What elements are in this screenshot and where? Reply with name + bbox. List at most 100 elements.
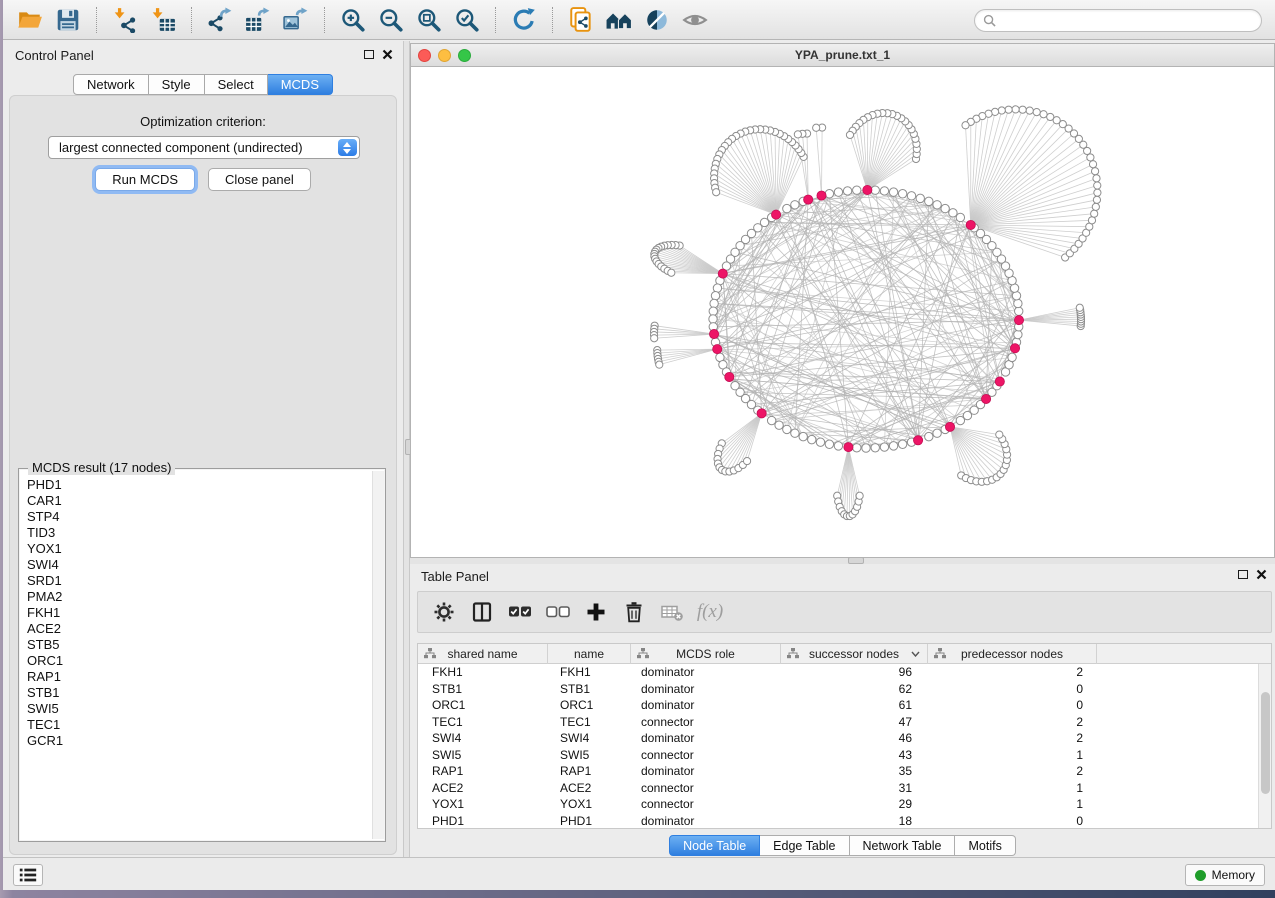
cell-shared-name[interactable]: FKH1 (418, 664, 548, 681)
share-document-button[interactable] (564, 3, 598, 37)
search-input[interactable] (1001, 12, 1261, 30)
cell-predecessor-nodes[interactable]: 2 (928, 763, 1097, 780)
float-panel-icon[interactable] (364, 50, 374, 59)
cell-mcds-role[interactable]: dominator (631, 813, 781, 830)
cell-name[interactable]: FKH1 (548, 664, 631, 681)
toggle-vizmapper-button[interactable] (640, 3, 674, 37)
cell-successor-nodes[interactable]: 29 (781, 796, 928, 813)
cell-shared-name[interactable]: SWI5 (418, 747, 548, 764)
close-panel-icon[interactable] (382, 49, 393, 60)
cell-successor-nodes[interactable]: 18 (781, 813, 928, 830)
cell-successor-nodes[interactable]: 43 (781, 747, 928, 764)
cell-mcds-role[interactable]: dominator (631, 681, 781, 698)
select-all-columns-button[interactable] (504, 596, 536, 628)
zoom-out-button[interactable] (374, 3, 408, 37)
cell-predecessor-nodes[interactable]: 0 (928, 813, 1097, 830)
tab-network[interactable]: Network (73, 74, 149, 95)
cell-name[interactable]: PHD1 (548, 813, 631, 830)
cell-mcds-role[interactable]: connector (631, 780, 781, 797)
cell-shared-name[interactable]: SWI4 (418, 730, 548, 747)
table-scrollbar[interactable] (1258, 664, 1271, 828)
mcds-result-item[interactable]: SRD1 (27, 573, 371, 589)
cell-shared-name[interactable]: RAP1 (418, 763, 548, 780)
vertical-splitter[interactable] (403, 41, 410, 858)
network-canvas[interactable] (411, 67, 1274, 557)
save-session-button[interactable] (51, 3, 85, 37)
mcds-result-item[interactable]: STB1 (27, 685, 371, 701)
tab-node-table[interactable]: Node Table (669, 835, 760, 856)
cell-successor-nodes[interactable]: 62 (781, 681, 928, 698)
cell-predecessor-nodes[interactable]: 0 (928, 697, 1097, 714)
splitter-grip[interactable] (848, 557, 864, 564)
table-row[interactable]: SWI5 SWI5 connector 43 1 (418, 747, 1271, 764)
delete-table-button[interactable] (656, 596, 688, 628)
cell-mcds-role[interactable]: connector (631, 796, 781, 813)
tab-style[interactable]: Style (149, 74, 205, 95)
cell-name[interactable]: YOX1 (548, 796, 631, 813)
import-network-button[interactable] (108, 3, 142, 37)
mcds-result-item[interactable]: TID3 (27, 525, 371, 541)
column-header-shared-name[interactable]: shared name (418, 644, 548, 664)
table-row[interactable]: TEC1 TEC1 connector 47 2 (418, 714, 1271, 731)
cell-successor-nodes[interactable]: 46 (781, 730, 928, 747)
tab-mcds[interactable]: MCDS (268, 74, 333, 95)
table-scrollbar-thumb[interactable] (1261, 692, 1270, 794)
table-row[interactable]: RAP1 RAP1 dominator 35 2 (418, 763, 1271, 780)
column-header-name[interactable]: name (548, 644, 631, 664)
tab-motifs[interactable]: Motifs (955, 835, 1015, 856)
mcds-result-item[interactable]: ACE2 (27, 621, 371, 637)
mcds-result-item[interactable]: GCR1 (27, 733, 371, 749)
network-graph[interactable] (411, 67, 1274, 557)
mcds-result-item[interactable]: PMA2 (27, 589, 371, 605)
cell-mcds-role[interactable]: connector (631, 714, 781, 731)
mcds-result-item[interactable]: YOX1 (27, 541, 371, 557)
tab-edge-table[interactable]: Edge Table (760, 835, 849, 856)
mcds-result-item[interactable]: SWI5 (27, 701, 371, 717)
memory-button[interactable]: Memory (1185, 864, 1265, 886)
table-row[interactable]: FKH1 FKH1 dominator 96 2 (418, 664, 1271, 681)
mcds-result-item[interactable]: PHD1 (27, 477, 371, 493)
table-row[interactable]: YOX1 YOX1 connector 29 1 (418, 796, 1271, 813)
task-history-button[interactable] (13, 864, 43, 886)
refresh-view-button[interactable] (507, 3, 541, 37)
cell-mcds-role[interactable]: dominator (631, 697, 781, 714)
import-table-button[interactable] (146, 3, 180, 37)
cell-predecessor-nodes[interactable]: 1 (928, 796, 1097, 813)
export-network-button[interactable] (203, 3, 237, 37)
table-row[interactable]: PHD1 PHD1 dominator 18 0 (418, 813, 1271, 830)
zoom-fit-button[interactable] (412, 3, 446, 37)
zoom-in-button[interactable] (336, 3, 370, 37)
cell-name[interactable]: STB1 (548, 681, 631, 698)
cell-mcds-role[interactable]: dominator (631, 730, 781, 747)
mcds-result-item[interactable]: CAR1 (27, 493, 371, 509)
mcds-result-item[interactable]: TEC1 (27, 717, 371, 733)
unselect-all-columns-button[interactable] (542, 596, 574, 628)
cell-shared-name[interactable]: PHD1 (418, 813, 548, 830)
cell-shared-name[interactable]: ACE2 (418, 780, 548, 797)
cell-predecessor-nodes[interactable]: 2 (928, 664, 1097, 681)
tab-network-table[interactable]: Network Table (850, 835, 956, 856)
cell-name[interactable]: SWI4 (548, 730, 631, 747)
cell-shared-name[interactable]: YOX1 (418, 796, 548, 813)
cell-successor-nodes[interactable]: 96 (781, 664, 928, 681)
cell-successor-nodes[interactable]: 31 (781, 780, 928, 797)
table-row[interactable]: ACE2 ACE2 connector 31 1 (418, 780, 1271, 797)
tab-select[interactable]: Select (205, 74, 268, 95)
optimization-criterion-select[interactable]: largest connected component (undirected) (48, 136, 360, 159)
cell-mcds-role[interactable]: dominator (631, 763, 781, 780)
column-header-predecessor-nodes[interactable]: predecessor nodes (928, 644, 1097, 664)
cytoscape-home-button[interactable] (602, 3, 636, 37)
cell-successor-nodes[interactable]: 47 (781, 714, 928, 731)
cell-predecessor-nodes[interactable]: 2 (928, 730, 1097, 747)
cell-predecessor-nodes[interactable]: 1 (928, 780, 1097, 797)
mcds-result-item[interactable]: SWI4 (27, 557, 371, 573)
table-settings-button[interactable] (428, 596, 460, 628)
create-column-button[interactable] (580, 596, 612, 628)
cell-name[interactable]: ACE2 (548, 780, 631, 797)
show-hide-graphics-details-button[interactable] (678, 3, 712, 37)
table-row[interactable]: STB1 STB1 dominator 62 0 (418, 681, 1271, 698)
table-row[interactable]: ORC1 ORC1 dominator 61 0 (418, 697, 1271, 714)
float-panel-icon[interactable] (1238, 570, 1248, 579)
cell-name[interactable]: RAP1 (548, 763, 631, 780)
close-panel-icon[interactable] (1256, 569, 1267, 580)
